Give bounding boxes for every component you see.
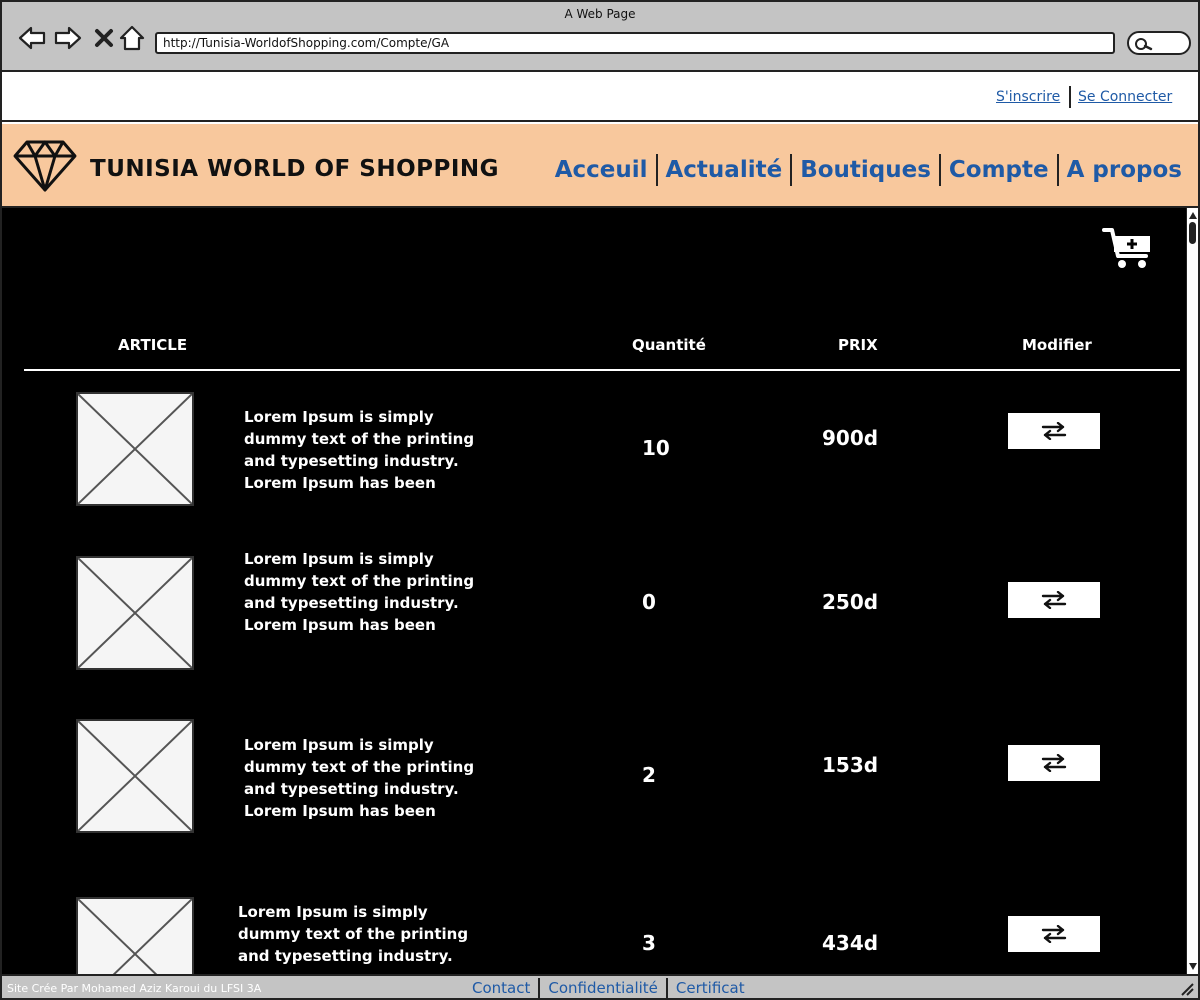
article-price: 153d	[822, 753, 879, 777]
forward-arrow-icon[interactable]	[54, 24, 82, 52]
nav-item-acceuil[interactable]: Acceuil	[547, 154, 656, 186]
article-description: Lorem Ipsum is simply dummy text of the …	[238, 903, 469, 965]
site-header: TUNISIA WORLD OF SHOPPING Acceuil Actual…	[2, 124, 1198, 208]
footer-link-confidentialite[interactable]: Confidentialité	[538, 978, 666, 998]
home-icon[interactable]	[118, 24, 146, 52]
footer-links: Contact Confidentialité Certificat	[464, 978, 753, 998]
article-quantity: 3	[642, 931, 656, 955]
nav-item-actualite[interactable]: Actualité	[655, 154, 791, 186]
swap-arrows-icon	[1041, 754, 1067, 772]
article-price: 250d	[822, 590, 879, 614]
window-title: A Web Page	[564, 7, 636, 21]
search-icon	[1135, 38, 1153, 51]
cart-add-icon[interactable]	[1102, 226, 1154, 272]
footer-credit: Site Crée Par Mohamed Aziz Karoui du LFS…	[7, 982, 262, 995]
modify-button[interactable]	[1008, 413, 1100, 449]
address-bar[interactable]: http://Tunisia-WorldofShopping.com/Compt…	[155, 32, 1115, 54]
nav-item-compte[interactable]: Compte	[938, 154, 1057, 186]
auth-bar: S'inscrire Se Connecter	[2, 72, 1198, 122]
login-link[interactable]: Se Connecter	[1078, 89, 1172, 105]
article-quantity: 2	[642, 763, 656, 787]
col-header-modify: Modifier	[1022, 336, 1092, 354]
scroll-thumb[interactable]	[1189, 222, 1196, 244]
modify-button[interactable]	[1008, 916, 1100, 952]
col-header-article: ARTICLE	[118, 336, 188, 354]
browser-toolbar: A Web Page http://Tunisia-WorldofShoppin…	[2, 2, 1198, 72]
resize-grip-icon[interactable]	[1180, 982, 1194, 996]
swap-arrows-icon	[1041, 925, 1067, 943]
site-footer: Site Crée Par Mohamed Aziz Karoui du LFS…	[2, 974, 1198, 998]
swap-arrows-icon	[1041, 422, 1067, 440]
scroll-up-icon[interactable]	[1189, 212, 1197, 219]
register-link[interactable]: S'inscrire	[996, 89, 1060, 105]
article-quantity: 10	[642, 436, 670, 460]
close-icon[interactable]	[90, 24, 118, 52]
article-description: Lorem Ipsum is simply dummy text of the …	[244, 736, 475, 820]
vertical-scrollbar[interactable]	[1186, 208, 1198, 974]
nav-item-boutiques[interactable]: Boutiques	[790, 154, 939, 186]
browser-search-field[interactable]	[1127, 31, 1191, 55]
auth-divider	[1069, 86, 1071, 108]
main-nav: Acceuil Actualité Boutiques Compte A pro…	[547, 154, 1190, 186]
modify-button[interactable]	[1008, 745, 1100, 781]
col-header-quantity: Quantité	[632, 336, 706, 354]
nav-item-a-propos[interactable]: A propos	[1056, 154, 1190, 186]
article-description: Lorem Ipsum is simply dummy text of the …	[244, 408, 475, 492]
footer-link-certificat[interactable]: Certificat	[665, 978, 753, 998]
diamond-icon[interactable]	[12, 138, 78, 194]
image-placeholder-icon	[76, 556, 194, 670]
article-quantity: 0	[642, 590, 656, 614]
swap-arrows-icon	[1041, 591, 1067, 609]
browser-window: A Web Page http://Tunisia-WorldofShoppin…	[0, 0, 1200, 1000]
back-arrow-icon[interactable]	[18, 24, 46, 52]
header-divider	[24, 369, 1180, 371]
article-price: 900d	[822, 426, 879, 450]
image-placeholder-icon	[76, 392, 194, 506]
image-placeholder-icon	[76, 897, 194, 974]
col-header-price: PRIX	[838, 336, 878, 354]
footer-link-contact[interactable]: Contact	[464, 978, 538, 998]
cart-content: ARTICLE Quantité PRIX Modifier Lorem Ips…	[2, 208, 1186, 974]
image-placeholder-icon	[76, 719, 194, 833]
article-description: Lorem Ipsum is simply dummy text of the …	[244, 550, 475, 634]
modify-button[interactable]	[1008, 582, 1100, 618]
article-price: 434d	[822, 931, 879, 955]
brand-name: TUNISIA WORLD OF SHOPPING	[90, 156, 500, 182]
scroll-down-icon[interactable]	[1189, 963, 1197, 970]
